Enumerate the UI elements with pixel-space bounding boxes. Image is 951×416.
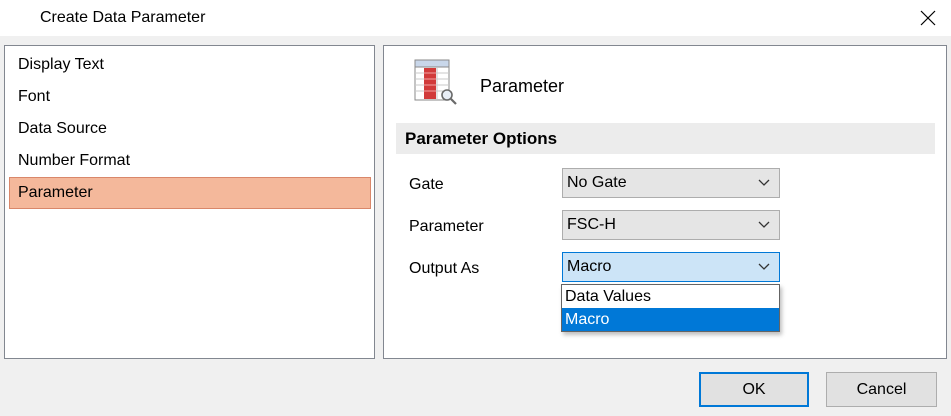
panel-title: Parameter: [480, 76, 565, 96]
ok-button[interactable]: OK: [699, 372, 809, 407]
parameter-table-icon: [414, 59, 457, 105]
output-as-select[interactable]: Macro: [562, 252, 780, 282]
output-as-label: Output As: [409, 260, 480, 277]
parameter-value: FSC-H: [567, 216, 616, 233]
title-bar: Create Data Parameter: [0, 0, 951, 36]
output-as-value: Macro: [567, 258, 612, 275]
section-title: Parameter Options: [405, 129, 558, 148]
dropdown-option-label: Macro: [565, 311, 610, 328]
chevron-down-icon: [758, 179, 770, 186]
nav-item-data-source[interactable]: Data Source: [9, 113, 371, 145]
cancel-button[interactable]: Cancel: [826, 372, 937, 407]
dropdown-option-label: Data Values: [565, 288, 651, 305]
gate-label: Gate: [409, 176, 444, 193]
parameter-select[interactable]: FSC-H: [562, 210, 780, 240]
section-header: Parameter Options: [396, 123, 935, 154]
dropdown-option-data-values[interactable]: Data Values: [562, 285, 779, 308]
window-title: Create Data Parameter: [40, 9, 206, 26]
nav-item-label: Parameter: [18, 184, 93, 201]
output-as-dropdown-list: Data Values Macro: [561, 284, 780, 332]
cancel-button-label: Cancel: [856, 381, 907, 398]
nav-item-label: Font: [18, 88, 51, 105]
parameter-label: Parameter: [409, 218, 484, 235]
nav-item-font[interactable]: Font: [9, 81, 371, 113]
gate-select[interactable]: No Gate: [562, 168, 780, 198]
chevron-down-icon: [758, 263, 770, 270]
nav-item-label: Data Source: [18, 120, 107, 137]
dropdown-option-macro[interactable]: Macro: [562, 308, 779, 331]
nav-item-number-format[interactable]: Number Format: [9, 145, 371, 177]
close-button[interactable]: [905, 0, 951, 36]
nav-item-display-text[interactable]: Display Text: [9, 49, 371, 81]
close-icon: [920, 10, 936, 26]
nav-item-label: Display Text: [18, 56, 104, 73]
nav-item-parameter[interactable]: Parameter: [9, 177, 371, 209]
ok-button-label: OK: [742, 381, 766, 398]
category-list: Display Text Font Data Source Number For…: [4, 45, 375, 359]
nav-item-label: Number Format: [18, 152, 131, 169]
chevron-down-icon: [758, 221, 770, 228]
gate-value: No Gate: [567, 174, 627, 191]
